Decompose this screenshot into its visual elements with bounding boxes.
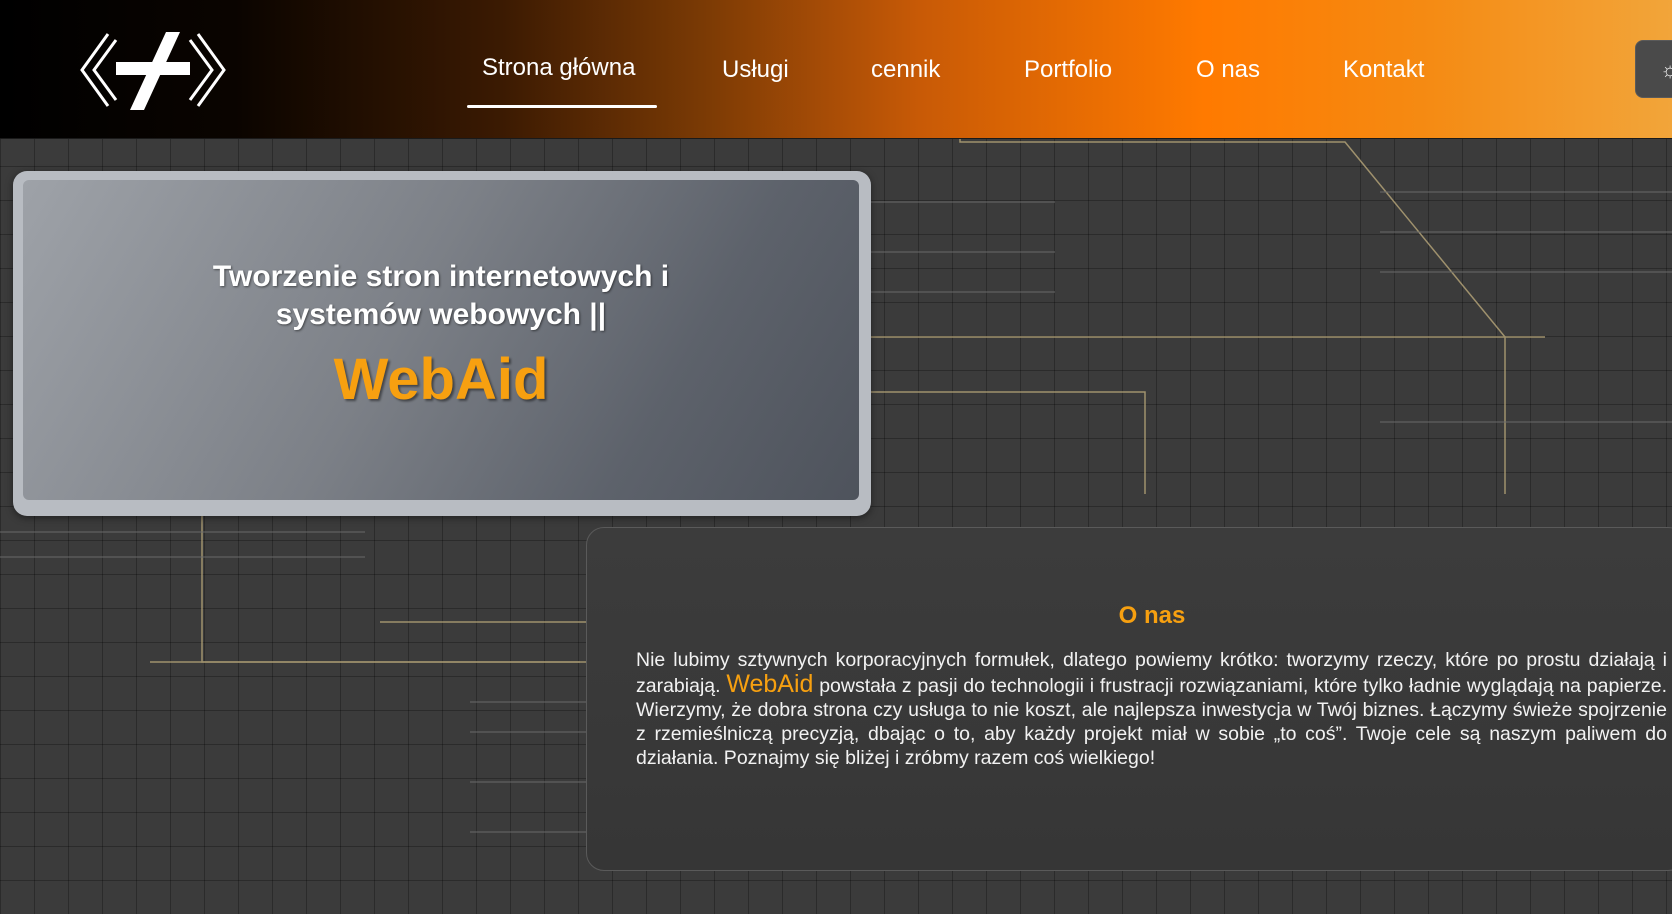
hero-brand-name: WebAid [333, 347, 549, 412]
active-tab-underline [467, 105, 657, 108]
theme-toggle-button[interactable]: ☼ [1635, 40, 1672, 98]
about-section: O nas Nie lubimy sztywnych korporacyjnyc… [586, 527, 1672, 871]
hero-title-line1: Tworzenie stron internetowych i [212, 260, 670, 293]
about-title: O nas [1118, 602, 1186, 629]
nav-item-o-nas[interactable]: O nas [1196, 56, 1260, 84]
sun-icon: ☼ [1660, 57, 1672, 82]
hero-title: Tworzenie stron internetowych i systemów… [23, 258, 859, 334]
hero-title-line2: systemów webowych || [275, 298, 607, 331]
nav-item-strona-glowna[interactable]: Strona główna [482, 54, 635, 82]
about-brand-name: WebAid [726, 670, 814, 698]
about-text: Nie lubimy sztywnych korporacyjnych form… [636, 648, 1667, 770]
webaid-logo[interactable] [78, 26, 228, 114]
nav-item-cennik[interactable]: cennik [871, 56, 940, 84]
hero-card: Tworzenie stron internetowych i systemów… [23, 180, 859, 500]
hero-card-frame: Tworzenie stron internetowych i systemów… [13, 171, 871, 516]
nav-item-portfolio[interactable]: Portfolio [1024, 56, 1112, 84]
nav-item-kontakt[interactable]: Kontakt [1343, 56, 1424, 84]
nav-item-uslugi[interactable]: Usługi [722, 56, 789, 84]
site-header: Strona główna Usługi cennik Portfolio O … [0, 0, 1672, 139]
